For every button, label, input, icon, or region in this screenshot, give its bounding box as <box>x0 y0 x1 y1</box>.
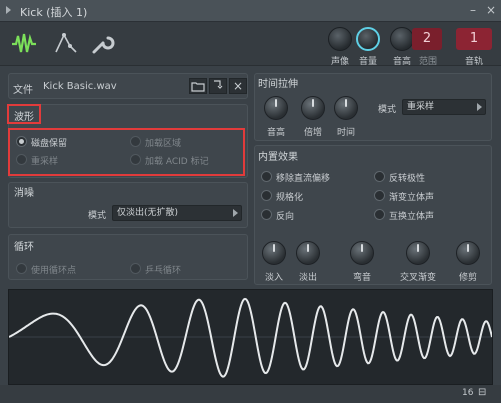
menu-arrow-icon[interactable] <box>6 6 11 14</box>
pan-knob[interactable] <box>328 27 352 51</box>
sweep-knob[interactable] <box>350 241 374 265</box>
stretch-mode-value: 重采样 <box>407 102 435 112</box>
normalize-label: 规格化 <box>276 193 304 203</box>
wave-tab-icon[interactable] <box>10 30 38 58</box>
resample-radio[interactable] <box>16 154 27 165</box>
load-regions-label: 加载区域 <box>145 139 182 149</box>
use-loop-label: 使用循环点 <box>31 266 77 276</box>
file-label: 文件 <box>13 85 33 96</box>
use-loop-radio[interactable] <box>16 263 27 274</box>
status-bar: 16 ⊟ <box>0 385 501 403</box>
volume-knob[interactable] <box>356 27 380 51</box>
fade-stereo-radio[interactable] <box>374 190 385 201</box>
fade-out-label: 淡出 <box>298 273 317 283</box>
locate-file-button[interactable] <box>209 78 227 94</box>
snap-icon[interactable]: ⊟ <box>478 387 486 398</box>
crossfade-knob[interactable] <box>406 241 430 265</box>
stretch-time-label: 时间 <box>336 128 355 138</box>
range-display[interactable]: 2 <box>412 28 442 50</box>
stretch-pitch-knob[interactable] <box>264 96 288 120</box>
reverse-label: 反向 <box>276 212 295 222</box>
sweep-label: 弯音 <box>352 273 371 283</box>
declick-mode-label: 模式 <box>88 211 107 221</box>
minimize-button[interactable]: – <box>470 4 476 16</box>
range-label: 范围 <box>418 57 437 67</box>
title-bar: Kick (插入 1) – × <box>0 0 501 22</box>
swap-stereo-label: 互换立体声 <box>389 212 435 222</box>
time-stretch-title: 时间拉伸 <box>258 79 298 90</box>
toolbar: 声像 音量 音高 2 范围 1 音轨 <box>0 22 501 67</box>
track-label: 音轨 <box>464 57 483 67</box>
pitch-knob[interactable] <box>390 27 414 51</box>
normalize-radio[interactable] <box>261 190 272 201</box>
stretch-mode-dropdown[interactable]: 重采样 <box>402 99 486 115</box>
window-title: Kick (插入 1) <box>20 6 88 19</box>
resample-label: 重采样 <box>31 157 59 167</box>
pingpong-radio[interactable] <box>130 263 141 274</box>
waveform-graph <box>8 297 493 378</box>
stretch-mul-knob[interactable] <box>301 96 325 120</box>
file-name: Kick Basic.wav <box>43 81 117 92</box>
open-folder-button[interactable] <box>189 78 207 94</box>
dropdown-arrow-icon <box>477 103 482 111</box>
fade-stereo-label: 渐变立体声 <box>389 193 435 203</box>
reverse-radio[interactable] <box>261 209 272 220</box>
reverse-polarity-radio[interactable] <box>374 171 385 182</box>
close-button[interactable]: × <box>486 4 496 16</box>
envelope-tab-icon[interactable] <box>52 30 80 58</box>
declick-mode-dropdown[interactable]: 仅淡出(无扩散) <box>112 205 242 221</box>
declick-mode-value: 仅淡出(无扩散) <box>117 208 179 218</box>
waveform-line <box>8 297 493 378</box>
swap-stereo-radio[interactable] <box>374 209 385 220</box>
crossfade-label: 交叉渐变 <box>399 273 436 283</box>
loop-title: 循环 <box>14 242 34 253</box>
highlight-title-box <box>7 104 41 124</box>
stretch-time-knob[interactable] <box>334 96 358 120</box>
remove-dc-label: 移除直流偏移 <box>276 174 331 184</box>
disk-label: 磁盘保留 <box>31 139 68 149</box>
trim-label: 修剪 <box>458 273 477 283</box>
file-row: 文件 Kick Basic.wav × <box>8 73 248 99</box>
fade-out-knob[interactable] <box>296 241 320 265</box>
wrench-tab-icon[interactable] <box>88 30 116 58</box>
remove-dc-radio[interactable] <box>261 171 272 182</box>
declick-title: 消噪 <box>14 188 34 199</box>
waveform-display[interactable] <box>8 289 493 385</box>
effects-title: 内置效果 <box>258 152 298 163</box>
track-display[interactable]: 1 <box>456 28 492 50</box>
clear-file-button[interactable]: × <box>229 78 247 94</box>
pingpong-label: 乒乓循环 <box>145 266 182 276</box>
status-number: 16 <box>462 388 474 398</box>
dropdown-arrow-icon <box>233 209 238 217</box>
stretch-mode-label: 模式 <box>378 105 397 115</box>
reverse-polarity-label: 反转极性 <box>389 174 426 184</box>
load-acid-label: 加载 ACID 标记 <box>145 157 209 167</box>
disk-radio[interactable] <box>16 136 27 147</box>
fade-in-knob[interactable] <box>262 241 286 265</box>
load-regions-radio[interactable] <box>130 136 141 147</box>
trim-knob[interactable] <box>456 241 480 265</box>
load-acid-radio[interactable] <box>130 154 141 165</box>
